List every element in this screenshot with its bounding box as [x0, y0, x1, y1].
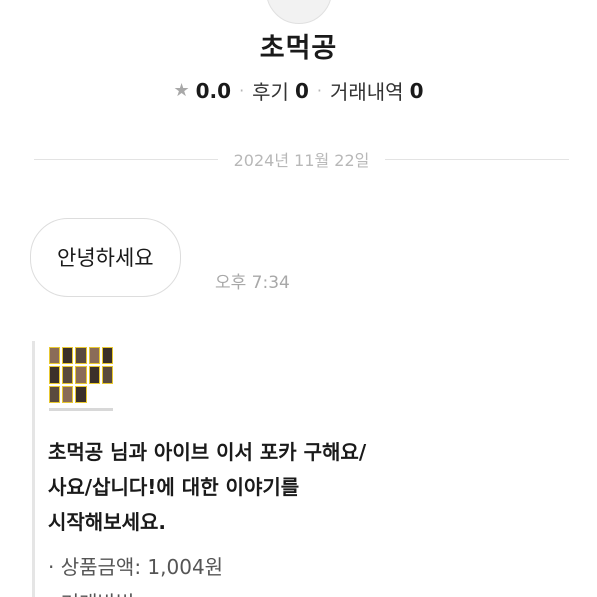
thumbnail-caption-line [49, 408, 113, 411]
product-thumbnail[interactable] [45, 345, 115, 413]
system-message-line: 초먹공 님과 아이브 이서 포카 구해요/ [48, 440, 367, 464]
star-icon: ★ [173, 80, 190, 101]
profile-stats: ★ 0.0 · 후기 0 · 거래내역 0 [0, 76, 597, 105]
message-bubble[interactable]: 안녕하세요 [30, 218, 181, 297]
trades-label[interactable]: 거래내역 [330, 76, 404, 105]
trades-count[interactable]: 0 [410, 79, 424, 103]
photocard-grid-image [49, 347, 113, 403]
price-detail: · 상품금액: 1,004원 [48, 555, 224, 579]
reviews-label[interactable]: 후기 [252, 76, 289, 105]
avatar[interactable] [266, 0, 332, 24]
divider-line [385, 158, 569, 160]
rating-value: 0.0 [195, 78, 232, 103]
chat-screen: 초먹공 ★ 0.0 · 후기 0 · 거래내역 0 2024년 11월 22일 … [0, 0, 597, 597]
system-message-line: 사요/삽니다!에 대한 이야기를 [48, 475, 300, 499]
trade-method-detail: · 거래방법: [48, 587, 141, 597]
reviews-count[interactable]: 0 [295, 79, 309, 103]
divider-line [34, 158, 218, 160]
system-message-text: 초먹공 님과 아이브 이서 포카 구해요/ 사요/삽니다!에 대한 이야기를 시… [48, 435, 568, 540]
date-label: 2024년 11월 22일 [233, 151, 370, 170]
profile-name: 초먹공 [259, 33, 338, 64]
separator-dot: · [239, 81, 245, 100]
date-divider: 2024년 11월 22일 [34, 147, 569, 171]
separator-dot: · [316, 81, 322, 100]
system-message-line: 시작해보세요. [48, 510, 166, 534]
message-time: 오후 7:34 [215, 273, 290, 293]
